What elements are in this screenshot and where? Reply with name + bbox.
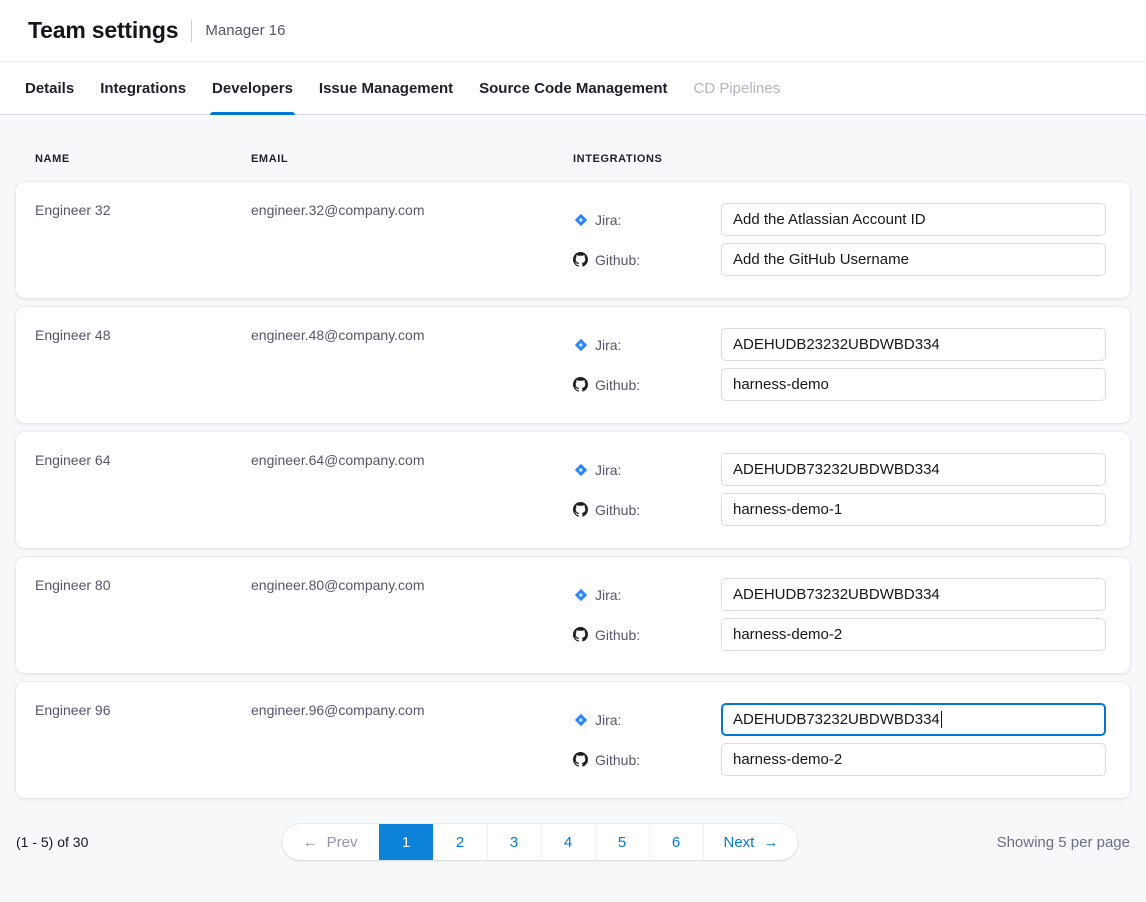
github-username-input[interactable]: harness-demo-2 bbox=[721, 618, 1106, 651]
tab-issue-management[interactable]: Issue Management bbox=[306, 62, 466, 114]
table-row: Engineer 64 engineer.64@company.com Jira… bbox=[16, 432, 1130, 548]
jira-label: Jira: bbox=[573, 587, 721, 603]
results-count: (1 - 5) of 30 bbox=[16, 834, 280, 850]
per-page-text: Showing 5 per page bbox=[800, 834, 1130, 851]
developer-name: Engineer 96 bbox=[35, 682, 251, 798]
jira-label: Jira: bbox=[573, 462, 721, 478]
github-username-input[interactable]: harness-demo bbox=[721, 368, 1106, 401]
table-row: Engineer 80 engineer.80@company.com Jira… bbox=[16, 557, 1130, 673]
developer-email: engineer.80@company.com bbox=[251, 557, 573, 673]
right-arrow-icon: → bbox=[763, 834, 778, 851]
github-icon bbox=[573, 752, 588, 767]
tab-developers[interactable]: Developers bbox=[199, 62, 306, 114]
developer-name: Engineer 32 bbox=[35, 182, 251, 298]
github-username-input[interactable]: Add the GitHub Username bbox=[721, 243, 1106, 276]
jira-icon bbox=[573, 462, 588, 477]
tab-integrations[interactable]: Integrations bbox=[87, 62, 199, 114]
integrations-cell: Jira: ADEHUDB73232UBDWBD334 Github: harn… bbox=[573, 682, 1130, 798]
text-caret bbox=[941, 711, 943, 728]
page-header: Team settings Manager 16 bbox=[0, 0, 1146, 62]
integrations-cell: Jira: Add the Atlassian Account ID Githu… bbox=[573, 182, 1130, 298]
tab-bar: Details Integrations Developers Issue Ma… bbox=[0, 62, 1146, 115]
jira-label: Jira: bbox=[573, 212, 721, 228]
next-page-button[interactable]: Next → bbox=[703, 824, 799, 860]
developer-name: Engineer 48 bbox=[35, 307, 251, 423]
page-subtitle: Manager 16 bbox=[205, 22, 285, 39]
jira-icon bbox=[573, 212, 588, 227]
github-username-input[interactable]: harness-demo-2 bbox=[721, 743, 1106, 776]
developer-email: engineer.32@company.com bbox=[251, 182, 573, 298]
github-integration-row: Github: harness-demo-2 bbox=[573, 618, 1130, 651]
integrations-cell: Jira: ADEHUDB73232UBDWBD334 Github: harn… bbox=[573, 557, 1130, 673]
jira-icon bbox=[573, 587, 588, 602]
column-header-name: NAME bbox=[35, 153, 251, 165]
page-button-6[interactable]: 6 bbox=[649, 824, 703, 860]
integrations-cell: Jira: ADEHUDB23232UBDWBD334 Github: harn… bbox=[573, 307, 1130, 423]
left-arrow-icon: ← bbox=[303, 834, 318, 851]
table-row: Engineer 48 engineer.48@company.com Jira… bbox=[16, 307, 1130, 423]
table-row: Engineer 96 engineer.96@company.com Jira… bbox=[16, 682, 1130, 798]
tab-source-code-management[interactable]: Source Code Management bbox=[466, 62, 680, 114]
table-column-headers: NAME EMAIL INTEGRATIONS bbox=[16, 115, 1130, 182]
github-icon bbox=[573, 377, 588, 392]
tab-cd-pipelines: CD Pipelines bbox=[681, 62, 794, 114]
integrations-cell: Jira: ADEHUDB73232UBDWBD334 Github: harn… bbox=[573, 432, 1130, 548]
pager: ← Prev 1 2 3 4 5 6 Next → bbox=[282, 824, 799, 860]
tab-details[interactable]: Details bbox=[12, 62, 87, 114]
table-row: Engineer 32 engineer.32@company.com Jira… bbox=[16, 182, 1130, 298]
page-button-4[interactable]: 4 bbox=[541, 824, 595, 860]
column-header-email: EMAIL bbox=[251, 153, 573, 165]
prev-page-button[interactable]: ← Prev bbox=[282, 824, 379, 860]
developer-name: Engineer 80 bbox=[35, 557, 251, 673]
github-integration-row: Github: harness-demo-1 bbox=[573, 493, 1130, 526]
github-integration-row: Github: harness-demo-2 bbox=[573, 743, 1130, 776]
github-label: Github: bbox=[573, 627, 721, 643]
page-button-5[interactable]: 5 bbox=[595, 824, 649, 860]
github-label: Github: bbox=[573, 502, 721, 518]
jira-integration-row: Jira: ADEHUDB73232UBDWBD334 bbox=[573, 703, 1130, 736]
developer-name: Engineer 64 bbox=[35, 432, 251, 548]
page-title: Team settings bbox=[28, 17, 178, 44]
jira-account-input-focused[interactable]: ADEHUDB73232UBDWBD334 bbox=[721, 703, 1106, 736]
jira-integration-row: Jira: ADEHUDB73232UBDWBD334 bbox=[573, 578, 1130, 611]
github-label: Github: bbox=[573, 377, 721, 393]
jira-account-input[interactable]: ADEHUDB73232UBDWBD334 bbox=[721, 453, 1106, 486]
jira-integration-row: Jira: ADEHUDB73232UBDWBD334 bbox=[573, 453, 1130, 486]
developer-email: engineer.96@company.com bbox=[251, 682, 573, 798]
jira-account-input[interactable]: Add the Atlassian Account ID bbox=[721, 203, 1106, 236]
github-icon bbox=[573, 252, 588, 267]
title-divider bbox=[191, 20, 192, 42]
developers-panel: NAME EMAIL INTEGRATIONS Engineer 32 engi… bbox=[0, 115, 1146, 902]
github-icon bbox=[573, 627, 588, 642]
github-label: Github: bbox=[573, 752, 721, 768]
developer-email: engineer.64@company.com bbox=[251, 432, 573, 548]
github-username-input[interactable]: harness-demo-1 bbox=[721, 493, 1106, 526]
jira-icon bbox=[573, 337, 588, 352]
pagination-bar: (1 - 5) of 30 ← Prev 1 2 3 4 5 6 Next → … bbox=[16, 824, 1130, 860]
page-button-2[interactable]: 2 bbox=[433, 824, 487, 860]
page-button-1[interactable]: 1 bbox=[379, 824, 433, 860]
jira-account-input[interactable]: ADEHUDB23232UBDWBD334 bbox=[721, 328, 1106, 361]
jira-icon bbox=[573, 712, 588, 727]
jira-integration-row: Jira: Add the Atlassian Account ID bbox=[573, 203, 1130, 236]
github-label: Github: bbox=[573, 252, 721, 268]
jira-integration-row: Jira: ADEHUDB23232UBDWBD334 bbox=[573, 328, 1130, 361]
jira-label: Jira: bbox=[573, 712, 721, 728]
github-icon bbox=[573, 502, 588, 517]
jira-account-input[interactable]: ADEHUDB73232UBDWBD334 bbox=[721, 578, 1106, 611]
jira-label: Jira: bbox=[573, 337, 721, 353]
page-button-3[interactable]: 3 bbox=[487, 824, 541, 860]
column-header-integrations: INTEGRATIONS bbox=[573, 153, 1130, 165]
developer-email: engineer.48@company.com bbox=[251, 307, 573, 423]
github-integration-row: Github: harness-demo bbox=[573, 368, 1130, 401]
github-integration-row: Github: Add the GitHub Username bbox=[573, 243, 1130, 276]
